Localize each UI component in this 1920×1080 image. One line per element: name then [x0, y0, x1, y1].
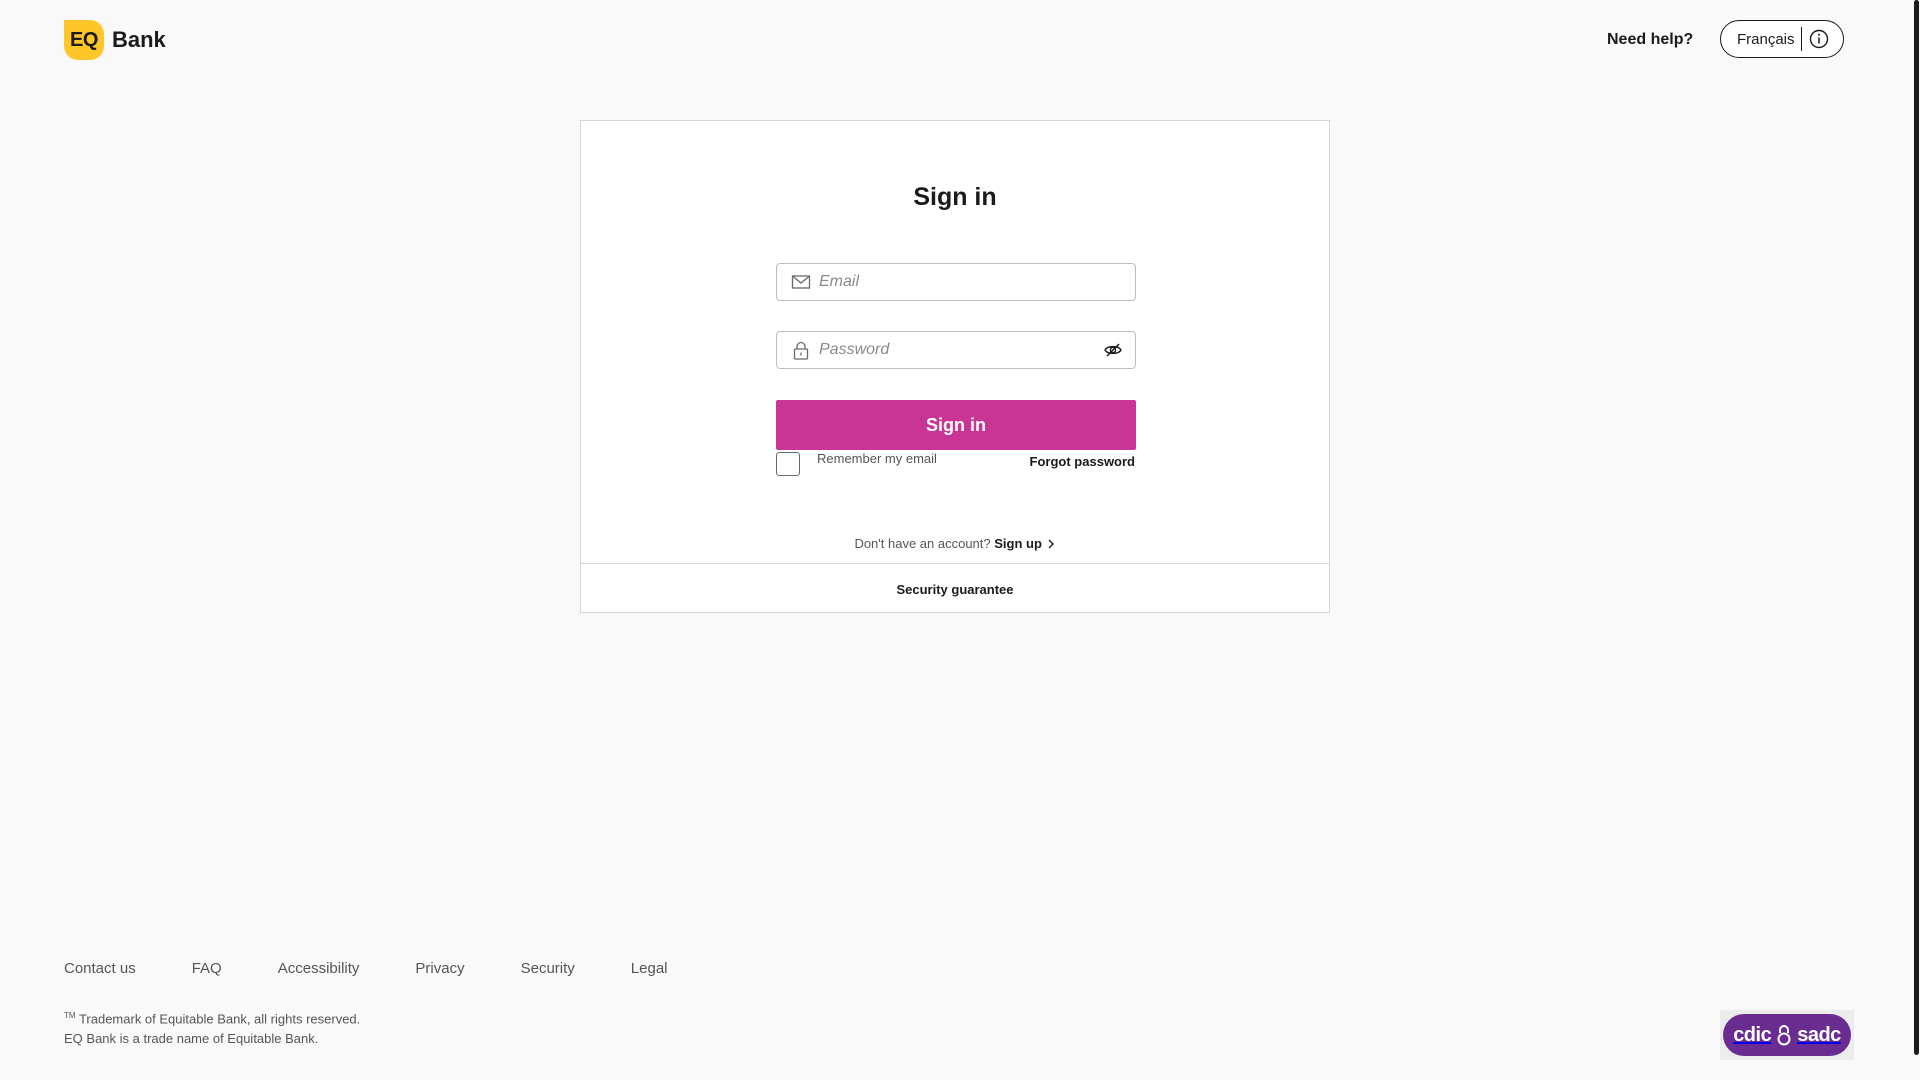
eq-bank-logo[interactable]: EQ Bank	[64, 20, 166, 60]
trademark-sup: TM	[64, 1011, 76, 1020]
chevron-right-icon	[1048, 539, 1054, 549]
footer-link-security[interactable]: Security	[521, 960, 575, 977]
sign-in-card: Sign in Sign in Remember my email	[580, 120, 1330, 613]
footer-nav: Contact us FAQ Accessibility Privacy Sec…	[64, 960, 668, 977]
footer-link-privacy[interactable]: Privacy	[415, 960, 464, 977]
remember-email-checkbox[interactable]	[776, 452, 800, 476]
lock-icon	[793, 341, 809, 360]
signup-row: Don't have an account? Sign up	[581, 536, 1329, 551]
sign-up-link[interactable]: Sign up	[994, 536, 1055, 551]
cdic-lock-icon	[1777, 1025, 1791, 1046]
page-scrollbar-thumb[interactable]	[1914, 0, 1919, 1055]
need-help-link[interactable]: Need help?	[1607, 31, 1693, 49]
card-footer: Security guarantee	[581, 563, 1329, 614]
footer-link-legal[interactable]: Legal	[631, 960, 668, 977]
trademark-line: TM Trademark of Equitable Bank, all righ…	[64, 1006, 360, 1029]
remember-email-label: Remember my email	[817, 451, 937, 466]
password-input[interactable]	[819, 332, 1103, 368]
envelope-icon	[791, 275, 811, 289]
sign-in-button[interactable]: Sign in	[776, 400, 1136, 450]
security-guarantee-link[interactable]: Security guarantee	[896, 582, 1013, 597]
cdic-text: cdic	[1733, 1023, 1772, 1046]
footer-link-contact-us[interactable]: Contact us	[64, 960, 136, 977]
forgot-password-link[interactable]: Forgot password	[1030, 454, 1135, 469]
sadc-text: sadc	[1797, 1023, 1841, 1046]
language-toggle-button[interactable]: Français	[1720, 20, 1844, 58]
language-label: Français	[1737, 30, 1795, 48]
sign-up-link-label: Sign up	[994, 536, 1042, 551]
trademark-text: Trademark of Equitable Bank, all rights …	[78, 1011, 361, 1027]
logo-mark: EQ	[64, 20, 104, 60]
email-field-wrapper	[776, 263, 1136, 301]
cdic-badge[interactable]: cdic sadc	[1720, 1010, 1854, 1060]
tradename-line: EQ Bank is a trade name of Equitable Ban…	[64, 1031, 319, 1047]
logo-text: Bank	[112, 27, 166, 52]
language-divider	[1801, 27, 1802, 51]
footer-link-accessibility[interactable]: Accessibility	[278, 960, 360, 977]
cdic-logo: cdic sadc	[1723, 1014, 1851, 1056]
legal-notes: TM Trademark of Equitable Bank, all righ…	[64, 1006, 360, 1049]
eye-slash-icon[interactable]	[1103, 340, 1123, 360]
sign-in-page: EQ Bank Need help? Français Sign in Emai…	[0, 0, 1920, 1080]
info-icon[interactable]	[1809, 29, 1829, 49]
password-field-wrapper	[776, 331, 1136, 369]
email-input[interactable]	[819, 264, 1135, 300]
no-account-text: Don't have an account?	[854, 536, 991, 551]
footer-link-faq[interactable]: FAQ	[192, 960, 222, 977]
page-title: Sign in	[913, 183, 997, 211]
